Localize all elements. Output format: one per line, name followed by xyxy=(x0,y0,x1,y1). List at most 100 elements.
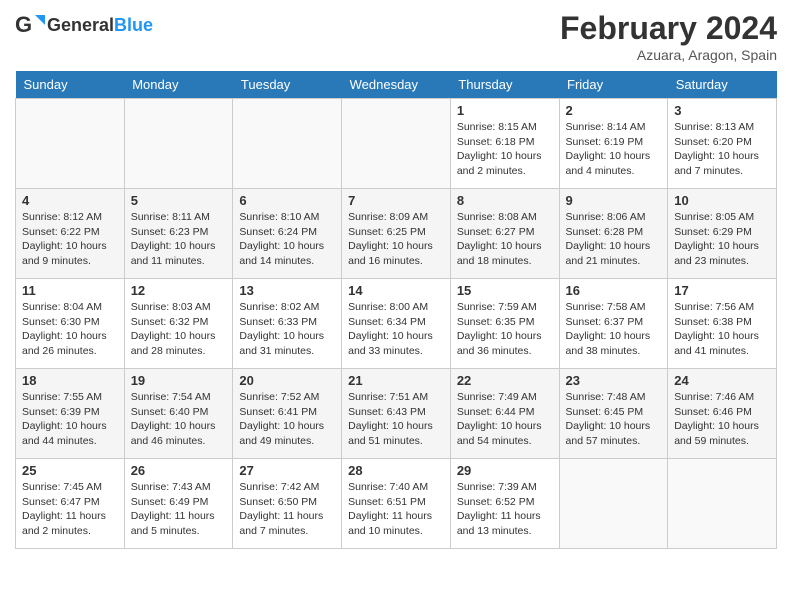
calendar-cell: 17 Sunrise: 7:56 AMSunset: 6:38 PMDayligh… xyxy=(668,279,777,369)
header-friday: Friday xyxy=(559,71,668,99)
header-sunday: Sunday xyxy=(16,71,125,99)
day-number: 16 xyxy=(566,283,662,298)
day-info: Sunrise: 7:51 AMSunset: 6:43 PMDaylight:… xyxy=(348,390,444,449)
week-row-1: 1 Sunrise: 8:15 AMSunset: 6:18 PMDaylight… xyxy=(16,99,777,189)
calendar-cell: 9 Sunrise: 8:06 AMSunset: 6:28 PMDaylight… xyxy=(559,189,668,279)
calendar-cell: 2 Sunrise: 8:14 AMSunset: 6:19 PMDaylight… xyxy=(559,99,668,189)
day-info: Sunrise: 8:09 AMSunset: 6:25 PMDaylight:… xyxy=(348,210,444,269)
week-row-3: 11 Sunrise: 8:04 AMSunset: 6:30 PMDayligh… xyxy=(16,279,777,369)
calendar-cell: 5Sunrise: 8:11 AMSunset: 6:23 PMDaylight… xyxy=(124,189,233,279)
svg-text:G: G xyxy=(15,12,32,37)
calendar-cell: 10 Sunrise: 8:05 AMSunset: 6:29 PMDayligh… xyxy=(668,189,777,279)
day-info: Sunrise: 8:02 AMSunset: 6:33 PMDaylight:… xyxy=(239,300,335,359)
day-info: Sunrise: 8:00 AMSunset: 6:34 PMDaylight:… xyxy=(348,300,444,359)
day-number: 12 xyxy=(131,283,227,298)
day-number: 10 xyxy=(674,193,770,208)
day-number: 3 xyxy=(674,103,770,118)
logo-icon: G xyxy=(15,10,45,40)
calendar-cell: 24 Sunrise: 7:46 AMSunset: 6:46 PMDayligh… xyxy=(668,369,777,459)
day-number: 28 xyxy=(348,463,444,478)
day-number: 7 xyxy=(348,193,444,208)
calendar-cell: 16 Sunrise: 7:58 AMSunset: 6:37 PMDayligh… xyxy=(559,279,668,369)
calendar-cell: 27Sunrise: 7:42 AMSunset: 6:50 PMDayligh… xyxy=(233,459,342,549)
calendar-cell xyxy=(668,459,777,549)
calendar-cell: 28 Sunrise: 7:40 AMSunset: 6:51 PMDayligh… xyxy=(342,459,451,549)
calendar-cell: 19Sunrise: 7:54 AMSunset: 6:40 PMDayligh… xyxy=(124,369,233,459)
day-number: 22 xyxy=(457,373,553,388)
day-info: Sunrise: 7:52 AMSunset: 6:41 PMDaylight:… xyxy=(239,390,335,449)
calendar-cell: 22Sunrise: 7:49 AMSunset: 6:44 PMDayligh… xyxy=(450,369,559,459)
header-monday: Monday xyxy=(124,71,233,99)
calendar-cell: 14 Sunrise: 8:00 AMSunset: 6:34 PMDayligh… xyxy=(342,279,451,369)
day-info: Sunrise: 7:40 AMSunset: 6:51 PMDaylight:… xyxy=(348,480,444,539)
day-number: 25 xyxy=(22,463,118,478)
calendar-cell xyxy=(124,99,233,189)
month-title: February 2024 xyxy=(560,10,777,47)
calendar-cell: 4 Sunrise: 8:12 AMSunset: 6:22 PMDaylight… xyxy=(16,189,125,279)
day-info: Sunrise: 7:39 AMSunset: 6:52 PMDaylight:… xyxy=(457,480,553,539)
day-number: 20 xyxy=(239,373,335,388)
day-number: 8 xyxy=(457,193,553,208)
day-number: 13 xyxy=(239,283,335,298)
day-number: 9 xyxy=(566,193,662,208)
calendar-cell: 13 Sunrise: 8:02 AMSunset: 6:33 PMDayligh… xyxy=(233,279,342,369)
day-info: Sunrise: 8:13 AMSunset: 6:20 PMDaylight:… xyxy=(674,120,770,179)
calendar-cell xyxy=(233,99,342,189)
title-area: February 2024 Azuara, Aragon, Spain xyxy=(560,10,777,63)
day-info: Sunrise: 7:43 AMSunset: 6:49 PMDaylight:… xyxy=(131,480,227,539)
day-number: 6 xyxy=(239,193,335,208)
day-number: 26 xyxy=(131,463,227,478)
week-row-4: 18Sunrise: 7:55 AMSunset: 6:39 PMDayligh… xyxy=(16,369,777,459)
weekday-header-row: Sunday Monday Tuesday Wednesday Thursday… xyxy=(16,71,777,99)
calendar-cell xyxy=(16,99,125,189)
day-number: 2 xyxy=(566,103,662,118)
day-number: 15 xyxy=(457,283,553,298)
day-info: Sunrise: 8:10 AMSunset: 6:24 PMDaylight:… xyxy=(239,210,335,269)
logo: G GeneralBlue xyxy=(15,10,153,40)
calendar-cell: 3 Sunrise: 8:13 AMSunset: 6:20 PMDaylight… xyxy=(668,99,777,189)
calendar-cell: 21 Sunrise: 7:51 AMSunset: 6:43 PMDayligh… xyxy=(342,369,451,459)
day-info: Sunrise: 7:58 AMSunset: 6:37 PMDaylight:… xyxy=(566,300,662,359)
calendar-table: Sunday Monday Tuesday Wednesday Thursday… xyxy=(15,71,777,549)
day-info: Sunrise: 7:42 AMSunset: 6:50 PMDaylight:… xyxy=(239,480,335,539)
header-thursday: Thursday xyxy=(450,71,559,99)
location: Azuara, Aragon, Spain xyxy=(560,47,777,63)
day-info: Sunrise: 8:14 AMSunset: 6:19 PMDaylight:… xyxy=(566,120,662,179)
day-info: Sunrise: 7:46 AMSunset: 6:46 PMDaylight:… xyxy=(674,390,770,449)
day-number: 23 xyxy=(566,373,662,388)
day-number: 11 xyxy=(22,283,118,298)
calendar-cell: 25 Sunrise: 7:45 AMSunset: 6:47 PMDayligh… xyxy=(16,459,125,549)
calendar-cell: 11 Sunrise: 8:04 AMSunset: 6:30 PMDayligh… xyxy=(16,279,125,369)
day-info: Sunrise: 7:56 AMSunset: 6:38 PMDaylight:… xyxy=(674,300,770,359)
day-info: Sunrise: 7:45 AMSunset: 6:47 PMDaylight:… xyxy=(22,480,118,539)
day-info: Sunrise: 8:08 AMSunset: 6:27 PMDaylight:… xyxy=(457,210,553,269)
day-number: 17 xyxy=(674,283,770,298)
day-number: 29 xyxy=(457,463,553,478)
logo-general: General xyxy=(47,15,114,36)
day-number: 1 xyxy=(457,103,553,118)
day-number: 18 xyxy=(22,373,118,388)
logo-blue: Blue xyxy=(114,15,153,36)
day-info: Sunrise: 8:12 AMSunset: 6:22 PMDaylight:… xyxy=(22,210,118,269)
day-number: 24 xyxy=(674,373,770,388)
calendar-cell: 26 Sunrise: 7:43 AMSunset: 6:49 PMDayligh… xyxy=(124,459,233,549)
header-wednesday: Wednesday xyxy=(342,71,451,99)
day-info: Sunrise: 8:05 AMSunset: 6:29 PMDaylight:… xyxy=(674,210,770,269)
calendar-cell: 20 Sunrise: 7:52 AMSunset: 6:41 PMDayligh… xyxy=(233,369,342,459)
calendar-cell: 29 Sunrise: 7:39 AMSunset: 6:52 PMDayligh… xyxy=(450,459,559,549)
day-info: Sunrise: 8:15 AMSunset: 6:18 PMDaylight:… xyxy=(457,120,553,179)
week-row-5: 25 Sunrise: 7:45 AMSunset: 6:47 PMDayligh… xyxy=(16,459,777,549)
day-number: 14 xyxy=(348,283,444,298)
day-info: Sunrise: 8:06 AMSunset: 6:28 PMDaylight:… xyxy=(566,210,662,269)
day-number: 5 xyxy=(131,193,227,208)
calendar-cell: 15Sunrise: 7:59 AMSunset: 6:35 PMDayligh… xyxy=(450,279,559,369)
calendar-cell: 6 Sunrise: 8:10 AMSunset: 6:24 PMDaylight… xyxy=(233,189,342,279)
day-number: 21 xyxy=(348,373,444,388)
header-tuesday: Tuesday xyxy=(233,71,342,99)
page-header: G GeneralBlue February 2024 Azuara, Arag… xyxy=(15,10,777,63)
day-number: 4 xyxy=(22,193,118,208)
calendar-cell: 1 Sunrise: 8:15 AMSunset: 6:18 PMDaylight… xyxy=(450,99,559,189)
day-info: Sunrise: 7:48 AMSunset: 6:45 PMDaylight:… xyxy=(566,390,662,449)
day-info: Sunrise: 8:04 AMSunset: 6:30 PMDaylight:… xyxy=(22,300,118,359)
calendar-cell: 8 Sunrise: 8:08 AMSunset: 6:27 PMDaylight… xyxy=(450,189,559,279)
